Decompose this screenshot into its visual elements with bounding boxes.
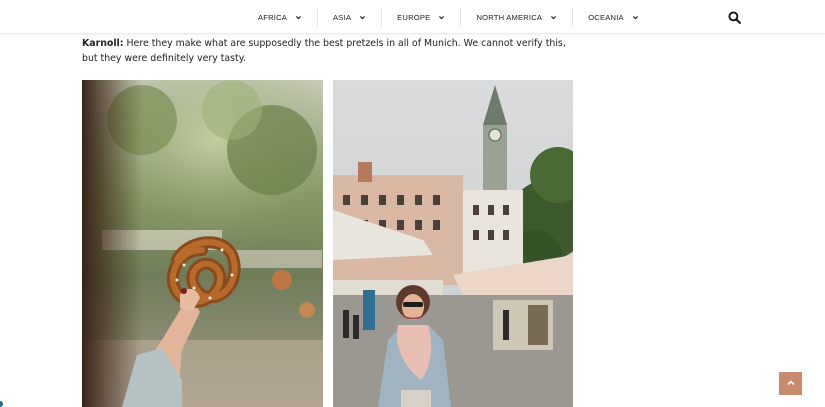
nav-item-oceania[interactable]: OCEANIA xyxy=(573,8,654,26)
search-icon[interactable] xyxy=(728,11,741,24)
chevron-up-icon xyxy=(786,375,796,393)
nav-item-label: NORTH AMERICA xyxy=(476,12,543,22)
chevron-down-icon xyxy=(295,14,302,21)
corner-indicator xyxy=(0,401,3,407)
nav-item-north-america[interactable]: NORTH AMERICA xyxy=(461,8,574,26)
nav-item-label: EUROPE xyxy=(397,12,431,22)
nav-item-africa[interactable]: AFRICA xyxy=(243,8,319,26)
chevron-down-icon xyxy=(550,14,557,21)
nav-item-europe[interactable]: EUROPE xyxy=(382,8,462,26)
nav-item-asia[interactable]: ASIA xyxy=(318,8,383,26)
chevron-down-icon xyxy=(438,14,445,21)
top-navigation: AFRICA ASIA EUROPE NORTH AMERICA OCEANIA xyxy=(0,0,825,34)
speaker-name: Karnoll: xyxy=(82,38,124,49)
pretzel-photo xyxy=(82,80,323,407)
nav-item-label: ASIA xyxy=(333,12,352,22)
continent-menu: AFRICA ASIA EUROPE NORTH AMERICA OCEANIA xyxy=(243,0,654,34)
market-photo xyxy=(333,80,573,407)
chevron-down-icon xyxy=(632,14,639,21)
nav-item-label: AFRICA xyxy=(258,12,288,22)
nav-item-label: OCEANIA xyxy=(588,12,624,22)
back-to-top-button[interactable] xyxy=(779,372,802,395)
article-paragraph: Karnoll: Here they make what are suppose… xyxy=(82,36,582,66)
chevron-down-icon xyxy=(359,14,366,21)
paragraph-text: Here they make what are supposedly the b… xyxy=(82,38,566,64)
